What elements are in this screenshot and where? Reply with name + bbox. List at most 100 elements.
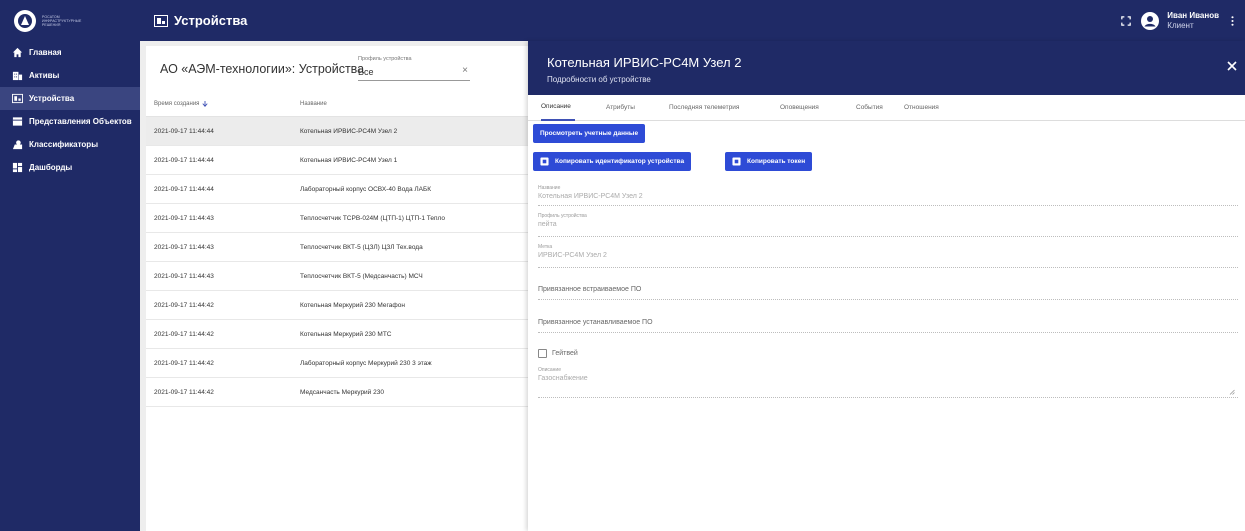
checkbox-box[interactable] <box>538 349 547 358</box>
cell-name: Лабораторный корпус Меркурий 230 3 этаж <box>300 359 432 367</box>
cell-created: 2021-09-17 11:44:44 <box>154 127 214 135</box>
table-row[interactable]: 2021-09-17 11:44:43 Теплосчетчик ВКТ-5 (… <box>146 233 528 262</box>
table-row[interactable]: 2021-09-17 11:44:44 Лабораторный корпус … <box>146 175 528 204</box>
building-icon <box>12 71 23 81</box>
firmware-field[interactable]: Привязанное встраиваемое ПО <box>538 283 1238 300</box>
cell-created: 2021-09-17 11:44:43 <box>154 243 214 251</box>
page-title: Устройства <box>140 13 247 28</box>
details-header: Котельная ИРВИС-РС4М Узел 2 Подробности … <box>528 41 1245 95</box>
details-tabs: Описание Атрибуты Последняя телеметрия О… <box>528 95 1245 121</box>
sidebar-item-dashboards[interactable]: Дашборды <box>0 156 140 179</box>
table-row[interactable]: 2021-09-17 11:44:44 Котельная ИРВИС-РС4М… <box>146 117 528 146</box>
tab-relations[interactable]: Отношения <box>904 95 939 121</box>
copy-device-id-button[interactable]: Копировать идентификатор устройства <box>533 152 692 171</box>
classifier-icon <box>12 140 23 150</box>
table-row[interactable]: 2021-09-17 11:44:42 Котельная Меркурий 2… <box>146 320 528 349</box>
fullscreen-icon[interactable] <box>1119 14 1133 28</box>
table-row[interactable]: 2021-09-17 11:44:42 Лабораторный корпус … <box>146 349 528 378</box>
device-details-panel: Котельная ИРВИС-РС4М Узел 2 Подробности … <box>528 41 1245 531</box>
cell-created: 2021-09-17 11:44:42 <box>154 388 214 396</box>
software-field[interactable]: Привязанное устанавливаемое ПО <box>538 316 1238 333</box>
device-profile-filter[interactable]: Профиль устройства Все × <box>358 55 470 81</box>
view-icon <box>12 117 23 126</box>
copy-token-button[interactable]: Копировать токен <box>725 152 813 171</box>
table-row[interactable]: 2021-09-17 11:44:43 Теплосчетчик ВКТ-5 (… <box>146 262 528 291</box>
cell-name: Котельная Меркурий 230 МТС <box>300 330 392 338</box>
name-field[interactable]: Название Котельная ИРВИС-РС4М Узел 2 <box>538 185 1238 206</box>
dashboard-icon <box>12 162 23 173</box>
firmware-label: Привязанное встраиваемое ПО <box>538 286 642 293</box>
logo-text: РОСАТОМ ИНФРАСТРУКТУРНЫЕ РЕШЕНИЯ <box>42 14 82 27</box>
filter-value: Все <box>358 67 374 77</box>
device-icon <box>154 14 168 27</box>
description-field[interactable]: Описание Газоснабжение <box>538 367 1238 398</box>
device-profile-field[interactable]: Профиль устройства пейта <box>538 213 1238 237</box>
cell-created: 2021-09-17 11:44:42 <box>154 301 214 309</box>
column-name-label: Название <box>300 100 327 107</box>
filter-label: Профиль устройства <box>358 56 412 62</box>
table-row[interactable]: 2021-09-17 11:44:42 Медсанчасть Меркурий… <box>146 378 528 407</box>
sidebar-item-label: Дашборды <box>29 163 73 172</box>
table-header: Время создания Название <box>146 91 528 117</box>
name-label: Название <box>538 185 561 191</box>
tab-alarms[interactable]: Оповещения <box>780 95 819 121</box>
list-header: АО «АЭМ-технологии»: Устройства Профиль … <box>146 46 528 91</box>
table-row[interactable]: 2021-09-17 11:44:42 Котельная Меркурий 2… <box>146 291 528 320</box>
user-role: Клиент <box>1167 20 1194 30</box>
cell-created: 2021-09-17 11:44:42 <box>154 359 214 367</box>
cell-name: Теплосчетчик ТСРВ-024М (ЦТП-1) ЦТП-1 Теп… <box>300 214 446 222</box>
device-list-panel: АО «АЭМ-технологии»: Устройства Профиль … <box>146 46 528 531</box>
logo[interactable]: РОСАТОМ ИНФРАСТРУКТУРНЫЕ РЕШЕНИЯ <box>0 0 140 41</box>
sidebar-item-home[interactable]: Главная <box>0 41 140 64</box>
cell-name: Котельная Меркурий 230 Мегафон <box>300 301 405 309</box>
sidebar-item-classifiers[interactable]: Классификаторы <box>0 133 140 156</box>
table-row[interactable]: 2021-09-17 11:44:43 Теплосчетчик ТСРВ-02… <box>146 204 528 233</box>
column-created[interactable]: Время создания <box>146 100 298 107</box>
more-vert-icon[interactable] <box>1227 13 1237 29</box>
cell-name: Медсанчасть Меркурий 230 <box>300 388 384 396</box>
tab-attributes[interactable]: Атрибуты <box>606 95 635 121</box>
profile-label: Профиль устройства <box>538 213 587 219</box>
close-icon[interactable] <box>1225 59 1239 73</box>
sidebar-item-object-views[interactable]: Представления Объектов <box>0 110 140 133</box>
copy-icon <box>540 157 549 166</box>
view-credentials-label: Просмотреть учетные данные <box>540 130 639 137</box>
resize-handle-icon[interactable] <box>1229 389 1235 395</box>
column-created-label: Время создания <box>154 100 200 107</box>
clear-icon[interactable]: × <box>462 65 468 76</box>
gateway-checkbox[interactable]: Гейтвей <box>538 349 578 358</box>
label-label: Метка <box>538 244 553 250</box>
copy-icon <box>732 157 741 166</box>
user-name: Иван Иванов <box>1167 10 1219 20</box>
details-subtitle: Подробности об устройстве <box>547 75 651 84</box>
cell-created: 2021-09-17 11:44:44 <box>154 156 214 164</box>
tab-events[interactable]: События <box>856 95 883 121</box>
sidebar-item-devices[interactable]: Устройства <box>0 87 140 110</box>
tab-latest-telemetry[interactable]: Последняя телеметрия <box>669 95 739 121</box>
page-title-text: Устройства <box>174 13 248 28</box>
cell-created: 2021-09-17 11:44:44 <box>154 185 214 193</box>
label-value: ИРВИС-РС4М Узел 2 <box>538 252 607 259</box>
label-field[interactable]: Метка ИРВИС-РС4М Узел 2 <box>538 244 1238 268</box>
sidebar-item-label: Классификаторы <box>29 140 99 149</box>
view-credentials-button[interactable]: Просмотреть учетные данные <box>533 124 646 143</box>
cell-name: Лабораторный корпус ОСВХ-40 Вода ЛАБК <box>300 185 432 193</box>
gateway-label: Гейтвей <box>552 350 578 357</box>
sidebar-item-label: Главная <box>29 48 62 57</box>
cell-created: 2021-09-17 11:44:42 <box>154 330 214 338</box>
account-icon[interactable] <box>1141 11 1160 30</box>
table-row[interactable]: 2021-09-17 11:44:44 Котельная ИРВИС-РС4М… <box>146 146 528 175</box>
sidebar-item-assets[interactable]: Активы <box>0 64 140 87</box>
user-info[interactable]: Иван Иванов Клиент <box>1167 11 1219 31</box>
column-name[interactable]: Название <box>298 101 327 107</box>
cell-name: Котельная ИРВИС-РС4М Узел 1 <box>300 156 398 164</box>
device-icon <box>12 93 23 104</box>
cell-name: Теплосчетчик ВКТ-5 (ЦЗЛ) ЦЗЛ Тех.вода <box>300 243 423 251</box>
cell-created: 2021-09-17 11:44:43 <box>154 214 214 222</box>
list-title: АО «АЭМ-технологии»: Устройства <box>160 61 365 76</box>
name-value: Котельная ИРВИС-РС4М Узел 2 <box>538 193 643 200</box>
home-icon <box>12 47 23 58</box>
tab-description[interactable]: Описание <box>541 95 575 121</box>
sidebar-item-label: Активы <box>29 71 60 80</box>
cell-created: 2021-09-17 11:44:43 <box>154 272 214 280</box>
